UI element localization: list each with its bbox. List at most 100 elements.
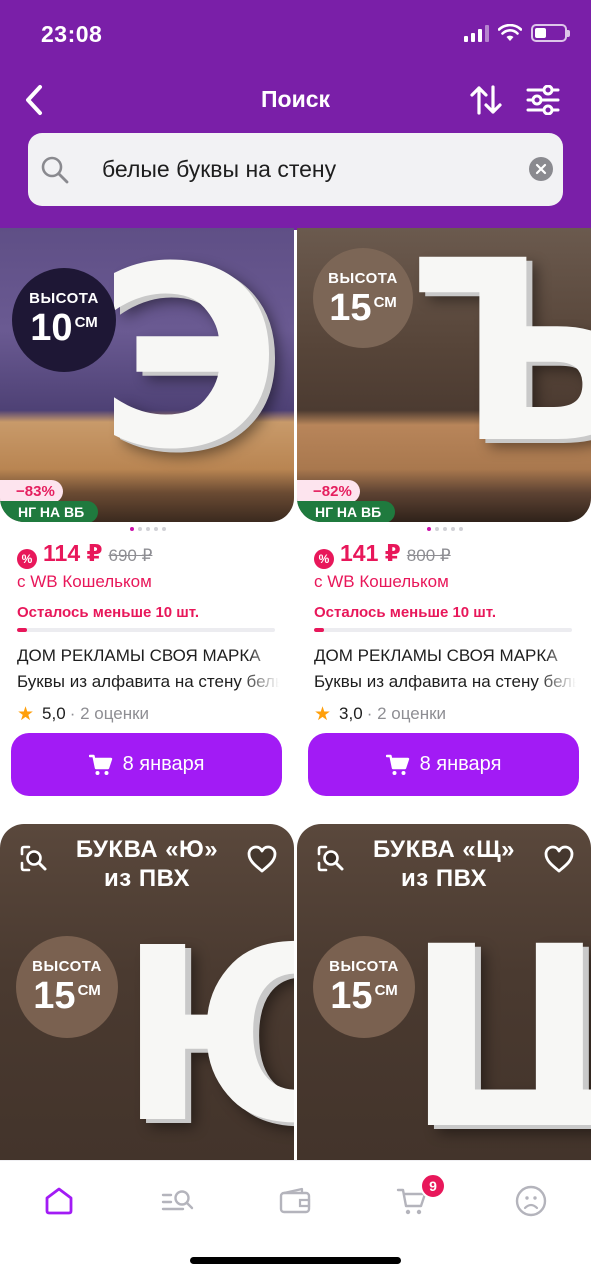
badge-label: ВЫСОТА bbox=[329, 958, 399, 975]
product-photo[interactable]: Ъ ВЫСОТА 15 СМ −82% НГ НА ВБ bbox=[297, 228, 591, 522]
delivery-date: 8 января bbox=[122, 753, 205, 775]
old-price: 800 ₽ bbox=[406, 546, 451, 565]
add-to-cart-button[interactable]: 8 января bbox=[308, 733, 579, 796]
discount-badge: −82% bbox=[297, 480, 360, 503]
rating-value: 3,0 bbox=[339, 704, 363, 723]
badge-value: 15 СМ bbox=[33, 975, 101, 1017]
star-icon: ★ bbox=[314, 703, 332, 725]
tab-profile[interactable] bbox=[509, 1179, 553, 1223]
promo-tag: НГ НА ВБ bbox=[0, 501, 99, 522]
height-badge: ВЫСОТА 10 СМ bbox=[12, 268, 116, 372]
star-icon: ★ bbox=[17, 703, 35, 725]
reviews-count: · 2 оценки bbox=[69, 704, 150, 723]
cart-count-badge: 9 bbox=[420, 1173, 446, 1199]
favorite-button[interactable] bbox=[543, 844, 575, 874]
cart-icon bbox=[88, 754, 112, 775]
wallet-note: с WB Кошельком bbox=[314, 572, 449, 591]
sort-arrows-icon bbox=[470, 85, 502, 115]
discount-badge: −83% bbox=[0, 480, 63, 503]
status-icons bbox=[464, 24, 570, 42]
badge-value: 15 СМ bbox=[330, 975, 398, 1017]
close-icon bbox=[535, 163, 547, 175]
filter-button[interactable] bbox=[521, 78, 565, 122]
cellular-signal-icon bbox=[464, 24, 489, 42]
wallet-note: с WB Кошельком bbox=[17, 572, 152, 591]
nav-bar: Поиск bbox=[0, 72, 591, 128]
height-badge: ВЫСОТА 15 СМ bbox=[313, 936, 415, 1038]
reviews-count: · 2 оценки bbox=[366, 704, 447, 723]
search-input[interactable]: белые буквы на стену bbox=[28, 133, 563, 206]
delivery-date: 8 января bbox=[419, 753, 502, 775]
product-letter-image: Э bbox=[98, 228, 282, 504]
product-card[interactable]: Э ВЫСОТА 10 СМ −83% НГ НА ВБ % 114 ₽ 690 … bbox=[0, 228, 295, 796]
search-icon bbox=[41, 156, 69, 184]
price-row: % 114 ₽ 690 ₽ bbox=[17, 540, 295, 574]
brand-name: ДОМ РЕКЛАМЫ СВОЯ МАРКА bbox=[314, 646, 558, 665]
heart-icon bbox=[544, 845, 574, 873]
profile-icon bbox=[515, 1185, 547, 1217]
clear-search-button[interactable] bbox=[529, 157, 553, 181]
cart-icon bbox=[385, 754, 409, 775]
badge-value: 10 СМ bbox=[30, 307, 98, 349]
rating-row: ★ 3,0 · 2 оценки bbox=[314, 702, 591, 726]
product-card[interactable]: Ъ ВЫСОТА 15 СМ −82% НГ НА ВБ % 141 ₽ 800 … bbox=[297, 228, 591, 796]
stock-progress bbox=[314, 628, 572, 632]
search-query[interactable]: белые буквы на стену bbox=[102, 156, 336, 183]
stock-warning: Осталось меньше 10 шт. bbox=[17, 604, 200, 621]
product-info: % 141 ₽ 800 ₽ с WB Кошельком Осталось ме… bbox=[297, 540, 591, 726]
product-photo[interactable]: Э ВЫСОТА 10 СМ −83% НГ НА ВБ bbox=[0, 228, 294, 522]
stock-progress-fill bbox=[314, 628, 325, 632]
product-card[interactable]: БУКВА «Щ» из ПВХ Щ ВЫСОТА 15 СМ bbox=[297, 824, 591, 1160]
product-photo[interactable]: БУКВА «Щ» из ПВХ Щ ВЫСОТА 15 СМ bbox=[297, 824, 591, 1160]
image-search-icon bbox=[20, 845, 47, 872]
stock-progress bbox=[17, 628, 275, 632]
product-letter-image: Щ bbox=[405, 893, 591, 1161]
price: 141 ₽ bbox=[340, 540, 401, 566]
photo-pager-dots bbox=[0, 522, 295, 536]
tab-cart[interactable]: 9 bbox=[390, 1173, 446, 1223]
height-badge: ВЫСОТА 15 СМ bbox=[313, 248, 413, 348]
promo-tag: НГ НА ВБ bbox=[297, 501, 396, 522]
rating-row: ★ 5,0 · 2 оценки bbox=[17, 702, 295, 726]
zoom-search-button[interactable] bbox=[315, 844, 347, 874]
product-info: % 114 ₽ 690 ₽ с WB Кошельком Осталось ме… bbox=[0, 540, 295, 726]
product-card[interactable]: БУКВА «Ю» из ПВХ Ю ВЫСОТА 15 СМ bbox=[0, 824, 295, 1160]
wallet-icon bbox=[279, 1187, 311, 1214]
badge-label: ВЫСОТА bbox=[29, 290, 99, 307]
wallet-discount-icon: % bbox=[314, 549, 334, 569]
home-icon bbox=[45, 1187, 73, 1215]
wallet-discount-icon: % bbox=[17, 549, 37, 569]
sort-button[interactable] bbox=[464, 78, 508, 122]
stock-progress-fill bbox=[17, 628, 28, 632]
status-time: 23:08 bbox=[41, 21, 103, 47]
catalog-search-icon bbox=[161, 1190, 194, 1211]
product-name: Буквы из алфавита на стену белые bbox=[17, 672, 279, 691]
old-price: 690 ₽ bbox=[108, 546, 153, 565]
price-row: % 141 ₽ 800 ₽ bbox=[314, 540, 591, 574]
zoom-search-button[interactable] bbox=[18, 844, 50, 874]
sliders-icon bbox=[526, 85, 560, 115]
rating-value: 5,0 bbox=[42, 704, 66, 723]
brand-name: ДОМ РЕКЛАМЫ СВОЯ МАРКА bbox=[17, 646, 261, 665]
product-name: Буквы из алфавита на стену белые bbox=[314, 672, 576, 691]
tab-home[interactable] bbox=[37, 1179, 81, 1223]
tab-catalog[interactable] bbox=[156, 1179, 200, 1223]
wifi-icon bbox=[498, 24, 522, 41]
product-letter-image: Ю bbox=[118, 896, 294, 1160]
heart-icon bbox=[247, 845, 277, 873]
image-search-icon bbox=[317, 845, 344, 872]
status-bar: 23:08 bbox=[0, 0, 591, 70]
home-indicator bbox=[190, 1257, 401, 1264]
price: 114 ₽ bbox=[43, 540, 103, 566]
badge-value: 15 СМ bbox=[329, 287, 397, 329]
favorite-button[interactable] bbox=[246, 844, 278, 874]
badge-label: ВЫСОТА bbox=[328, 270, 398, 287]
stock-warning: Осталось меньше 10 шт. bbox=[314, 604, 497, 621]
height-badge: ВЫСОТА 15 СМ bbox=[16, 936, 118, 1038]
product-letter-image: Ъ bbox=[407, 228, 591, 498]
add-to-cart-button[interactable]: 8 января bbox=[11, 733, 282, 796]
tab-wallet[interactable] bbox=[273, 1179, 317, 1223]
battery-icon bbox=[531, 24, 570, 42]
product-photo[interactable]: БУКВА «Ю» из ПВХ Ю ВЫСОТА 15 СМ bbox=[0, 824, 294, 1160]
photo-pager-dots bbox=[297, 522, 591, 536]
